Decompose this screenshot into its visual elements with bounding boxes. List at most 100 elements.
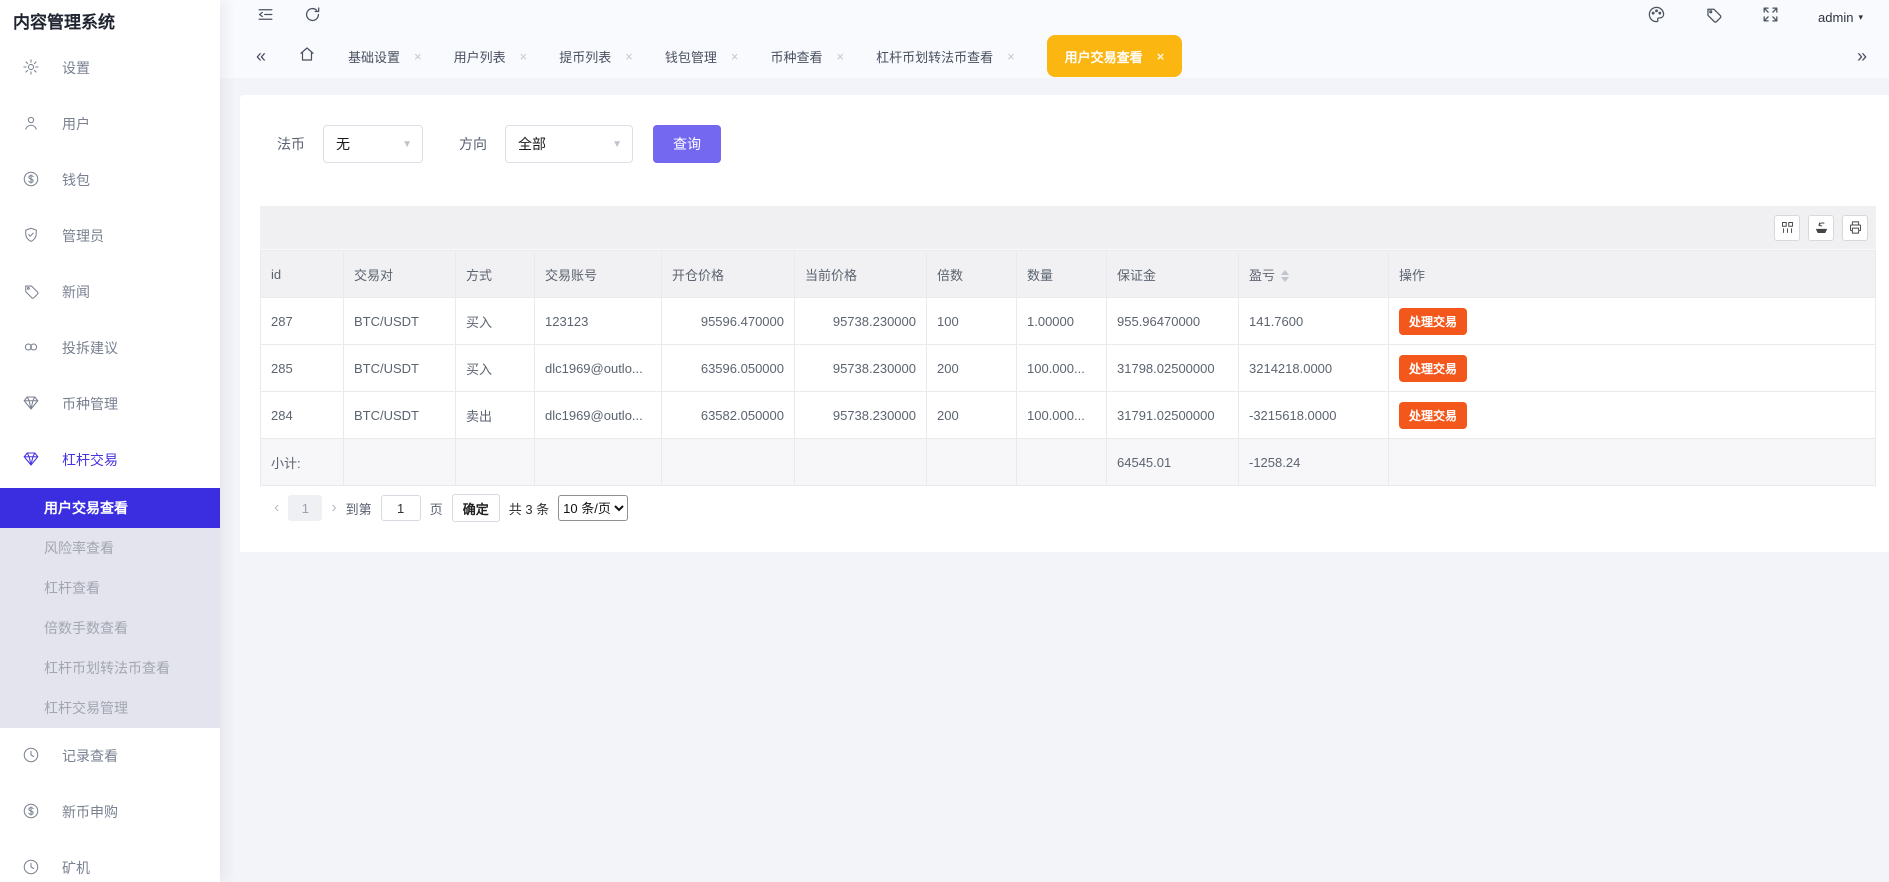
col-current-price: 当前价格 [794, 250, 927, 298]
app-title: 内容管理系统 [13, 13, 115, 32]
close-icon[interactable]: × [625, 49, 633, 64]
sidebar-item-label: 杠杆交易 [62, 452, 118, 468]
tab-basic-settings[interactable]: 基础设置 × [348, 47, 422, 66]
columns-icon[interactable] [1774, 214, 1800, 241]
sidebar: 内容管理系统 设置 用户 钱包 管理员 新闻 投拆建议 币种管理 杠杆交易 用户… [0, 0, 220, 882]
submenu-item-leverage-view[interactable]: 杠杆查看 [0, 568, 220, 608]
table-row: 284 BTC/USDT 卖出 dlc1969@outlo... 63582.0… [260, 391, 1876, 439]
sort-icon[interactable] [1281, 270, 1290, 283]
tab-user-list[interactable]: 用户列表 × [454, 47, 528, 66]
sidebar-item-admins[interactable]: 管理员 [0, 208, 220, 264]
submenu-item-multiplier-lots[interactable]: 倍数手数查看 [0, 608, 220, 648]
close-icon[interactable]: × [414, 49, 422, 64]
col-open-price: 开仓价格 [661, 250, 795, 298]
chevron-down-icon: ▾ [1858, 11, 1863, 22]
confirm-page-button[interactable]: 确定 [451, 494, 500, 522]
col-margin: 保证金 [1106, 250, 1239, 298]
print-icon[interactable] [1842, 214, 1868, 241]
theme-palette-icon[interactable] [1647, 5, 1666, 29]
gem-icon [22, 450, 40, 471]
tabs-scroll-right-icon[interactable]: » [1857, 47, 1867, 65]
chevron-down-icon: ▼ [612, 138, 622, 150]
tab-wallet-management[interactable]: 钱包管理 × [665, 47, 739, 66]
home-icon[interactable] [298, 45, 316, 68]
sidebar-item-records[interactable]: 记录查看 [0, 728, 220, 784]
submenu-item-leverage-manage[interactable]: 杠杆交易管理 [0, 688, 220, 728]
admin-user-menu[interactable]: admin ▾ [1818, 10, 1863, 25]
main-area: admin ▾ « 基础设置 × 用户列表 × 提币列表 × 钱包管理 × 币种… [220, 0, 1889, 882]
history-icon [22, 746, 40, 767]
sidebar-item-users[interactable]: 用户 [0, 96, 220, 152]
col-amount: 数量 [1016, 250, 1107, 298]
prev-page-icon[interactable]: ‹ [274, 499, 279, 517]
sidebar-item-new-coin[interactable]: 新币申购 [0, 784, 220, 840]
close-icon[interactable]: × [836, 49, 844, 64]
submenu-item-leverage-transfer[interactable]: 杠杆币划转法币查看 [0, 648, 220, 688]
handle-trade-button[interactable]: 处理交易 [1399, 401, 1468, 429]
shield-check-icon [22, 226, 40, 247]
coin-dollar-icon [22, 802, 40, 823]
close-icon[interactable]: × [520, 49, 528, 64]
col-account: 交易账号 [534, 250, 662, 298]
close-icon[interactable]: × [1007, 49, 1015, 64]
collapse-sidebar-icon[interactable] [256, 5, 275, 29]
sidebar-item-label: 新闻 [62, 284, 90, 300]
goto-page-label: 到第 [345, 501, 372, 517]
next-page-icon[interactable]: › [331, 499, 336, 517]
chevron-down-icon: ▼ [402, 138, 412, 150]
handle-trade-button[interactable]: 处理交易 [1399, 354, 1468, 382]
fullscreen-icon[interactable] [1761, 5, 1780, 29]
pagination: ‹ 1 › 到第 页 确定 共 3 条 10 条/页 [260, 494, 1876, 522]
sidebar-item-label: 钱包 [62, 172, 90, 188]
page-content: 法币 无 ▼ 方向 全部 ▼ 查询 id 交易对 方式 交易账号 开仓价格 当前… [220, 78, 1889, 882]
close-icon[interactable]: × [731, 49, 739, 64]
submenu-item-user-trades[interactable]: 用户交易查看 [0, 488, 220, 528]
goto-page-input[interactable] [380, 495, 421, 521]
sidebar-item-label: 矿机 [62, 860, 90, 876]
wallet-dollar-icon [22, 170, 40, 191]
col-side: 方式 [455, 250, 535, 298]
fiat-filter-label: 法币 [277, 136, 305, 152]
table-row: 287 BTC/USDT 买入 123123 95596.470000 9573… [260, 297, 1876, 345]
leverage-submenu: 用户交易查看 风险率查看 杠杆查看 倍数手数查看 杠杆币划转法币查看 杠杆交易管… [0, 488, 220, 728]
gear-icon [22, 58, 40, 79]
tabs-scroll-left-icon[interactable]: « [256, 47, 266, 65]
tab-withdraw-list[interactable]: 提币列表 × [559, 47, 633, 66]
tab-coin-view[interactable]: 币种查看 × [770, 47, 844, 66]
sidebar-item-label: 投拆建议 [62, 340, 118, 356]
col-pnl: 盈亏 [1238, 250, 1389, 298]
top-navbar: admin ▾ [220, 0, 1889, 34]
sidebar-item-settings[interactable]: 设置 [0, 40, 220, 96]
tab-leverage-transfer[interactable]: 杠杆币划转法币查看 × [876, 47, 1015, 66]
handle-trade-button[interactable]: 处理交易 [1399, 307, 1468, 335]
submenu-item-risk-rate[interactable]: 风险率查看 [0, 528, 220, 568]
page-size-select[interactable]: 10 条/页 [558, 495, 629, 521]
col-id: id [260, 250, 344, 298]
sidebar-item-leverage-trading[interactable]: 杠杆交易 [0, 432, 220, 488]
direction-filter-label: 方向 [459, 136, 487, 152]
tab-user-trades-active[interactable]: 用户交易查看 × [1046, 35, 1183, 77]
col-actions: 操作 [1388, 250, 1876, 298]
search-button[interactable]: 查询 [653, 125, 721, 163]
sidebar-item-feedback[interactable]: 投拆建议 [0, 320, 220, 376]
filter-bar: 法币 无 ▼ 方向 全部 ▼ 查询 [260, 125, 1876, 163]
sidebar-item-wallet[interactable]: 钱包 [0, 152, 220, 208]
trades-table: id 交易对 方式 交易账号 开仓价格 当前价格 倍数 数量 保证金 盈亏 操作… [260, 250, 1876, 486]
sidebar-item-label: 记录查看 [62, 748, 118, 764]
sidebar-item-news[interactable]: 新闻 [0, 264, 220, 320]
tag-icon [22, 282, 40, 303]
sidebar-item-label: 用户 [62, 116, 90, 132]
close-icon[interactable]: × [1157, 49, 1165, 64]
fiat-select-value: 无 [336, 136, 350, 152]
sidebar-item-label: 币种管理 [62, 396, 118, 412]
sidebar-item-coin-management[interactable]: 币种管理 [0, 376, 220, 432]
page-number-button[interactable]: 1 [288, 495, 323, 521]
fiat-select[interactable]: 无 ▼ [323, 125, 423, 163]
sidebar-item-miner[interactable]: 矿机 [0, 840, 220, 882]
export-icon[interactable] [1808, 214, 1834, 241]
tag-icon[interactable] [1704, 5, 1723, 29]
refresh-icon[interactable] [303, 5, 322, 29]
gem-icon [22, 394, 40, 415]
direction-select[interactable]: 全部 ▼ [505, 125, 633, 163]
total-count-label: 共 3 条 [508, 501, 550, 517]
